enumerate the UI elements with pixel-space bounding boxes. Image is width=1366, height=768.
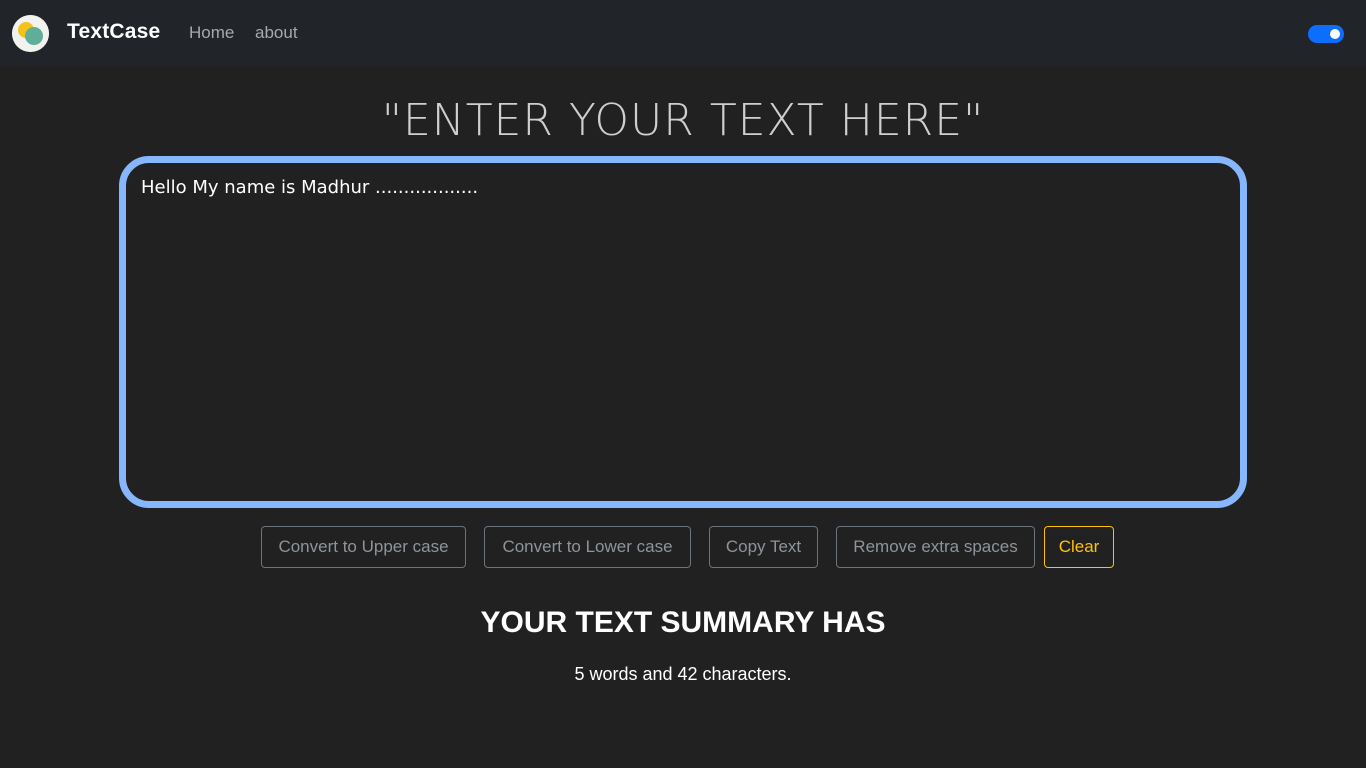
navbar: TextCase Home about	[0, 0, 1366, 66]
remove-spaces-button[interactable]: Remove extra spaces	[836, 526, 1035, 568]
brand-name[interactable]: TextCase	[67, 20, 160, 44]
logo-icon[interactable]	[12, 15, 49, 52]
summary-title: YOUR TEXT SUMMARY HAS	[480, 606, 886, 639]
copy-text-button[interactable]: Copy Text	[709, 526, 818, 568]
nav-link-about[interactable]: about	[255, 23, 298, 43]
summary-text: 5 words and 42 characters.	[574, 664, 792, 684]
clear-button[interactable]: Clear	[1044, 526, 1114, 568]
convert-lower-button[interactable]: Convert to Lower case	[484, 526, 691, 568]
toggle-knob	[1330, 29, 1340, 39]
dark-mode-toggle[interactable]	[1308, 25, 1344, 43]
page-heading: "ENTER YOUR TEXT HERE"	[381, 95, 985, 146]
text-input-area[interactable]: Hello My name is Madhur ................…	[119, 156, 1247, 508]
convert-upper-button[interactable]: Convert to Upper case	[261, 526, 466, 568]
nav-link-home[interactable]: Home	[189, 23, 234, 43]
